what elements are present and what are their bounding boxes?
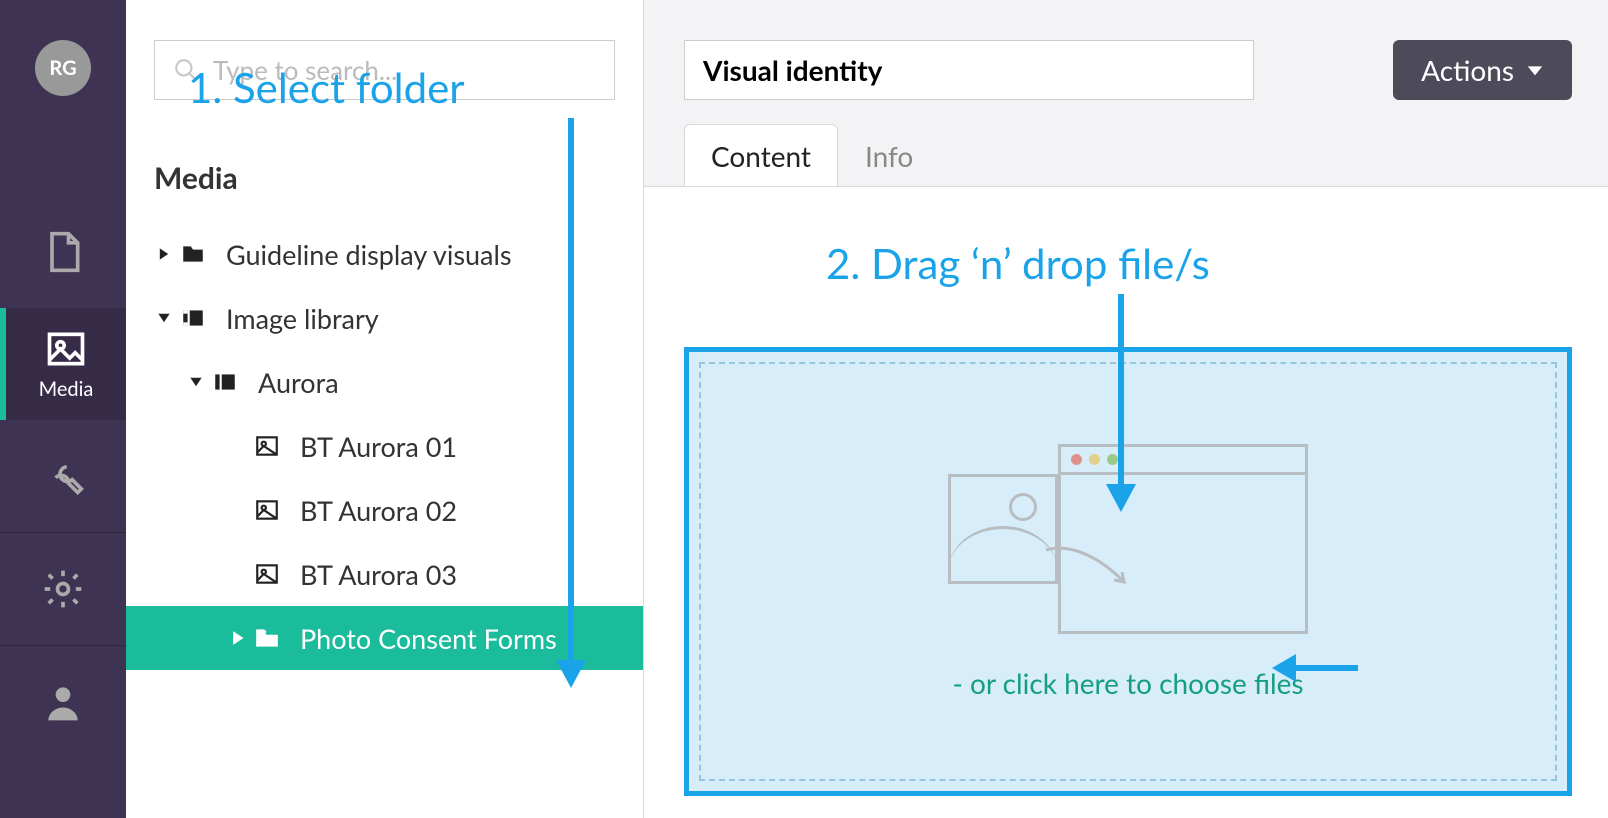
media-tree: Guideline display visuals Image library … bbox=[126, 222, 643, 670]
chevron-down-icon bbox=[154, 311, 174, 325]
tab-content-panel: - or click here to choose files bbox=[644, 186, 1608, 818]
chevron-right-icon bbox=[154, 247, 174, 261]
tree-node-label: BT Aurora 03 bbox=[300, 558, 457, 591]
tree-node-label: Guideline display visuals bbox=[226, 238, 512, 271]
rail-item-gear[interactable] bbox=[0, 533, 126, 645]
rail-item-media[interactable]: Media bbox=[0, 308, 126, 420]
nav-rail: RG Media bbox=[0, 0, 126, 818]
actions-label: Actions bbox=[1421, 53, 1514, 87]
tree-node-label: BT Aurora 01 bbox=[300, 430, 457, 463]
rail-item-media-label: Media bbox=[39, 377, 94, 401]
gear-icon bbox=[41, 567, 85, 611]
film-icon bbox=[206, 369, 244, 395]
tabs: Content Info bbox=[684, 124, 1608, 187]
chevron-down-icon bbox=[186, 375, 206, 389]
tree-node-guideline[interactable]: Guideline display visuals bbox=[126, 222, 643, 286]
folder-open-icon bbox=[248, 625, 286, 651]
tree-node-bt3[interactable]: BT Aurora 03 bbox=[126, 542, 643, 606]
dropzone-illustration bbox=[948, 444, 1308, 644]
rail-item-users[interactable] bbox=[0, 646, 126, 758]
tree-node-label: Aurora bbox=[258, 366, 339, 399]
image-icon bbox=[248, 561, 286, 587]
tree-node-aurora[interactable]: Aurora bbox=[126, 350, 643, 414]
chevron-right-icon bbox=[228, 631, 248, 645]
wrench-icon bbox=[41, 454, 85, 498]
search-input[interactable]: Type to search... bbox=[154, 40, 615, 100]
image-icon bbox=[44, 327, 88, 371]
user-icon bbox=[41, 680, 85, 724]
curve-arrow-icon bbox=[1044, 542, 1134, 592]
rail-item-wrench[interactable] bbox=[0, 420, 126, 532]
film-icon bbox=[174, 305, 212, 331]
main-area: Actions Content Info - or click here to … bbox=[644, 0, 1608, 818]
choose-files-link[interactable]: - or click here to choose files bbox=[952, 666, 1303, 700]
folder-icon bbox=[174, 241, 212, 267]
section-title: Media bbox=[126, 100, 643, 222]
avatar[interactable]: RG bbox=[35, 40, 91, 96]
tree-node-label: Image library bbox=[226, 302, 379, 335]
node-title-input[interactable] bbox=[684, 40, 1254, 100]
caret-down-icon bbox=[1526, 61, 1544, 79]
upload-dropzone[interactable]: - or click here to choose files bbox=[684, 347, 1572, 796]
tab-info[interactable]: Info bbox=[838, 124, 940, 187]
search-placeholder: Type to search... bbox=[213, 54, 596, 86]
tree-node-label: Photo Consent Forms bbox=[300, 622, 557, 655]
image-icon bbox=[248, 433, 286, 459]
tree-node-imagelib[interactable]: Image library bbox=[126, 286, 643, 350]
tree-node-bt1[interactable]: BT Aurora 01 bbox=[126, 414, 643, 478]
tab-content[interactable]: Content bbox=[684, 124, 838, 187]
tree-node-consent[interactable]: Photo Consent Forms bbox=[126, 606, 643, 670]
tree-node-bt2[interactable]: BT Aurora 02 bbox=[126, 478, 643, 542]
image-icon bbox=[248, 497, 286, 523]
search-icon bbox=[173, 57, 199, 83]
tree-panel: Type to search... Media Guideline displa… bbox=[126, 0, 644, 818]
actions-button[interactable]: Actions bbox=[1393, 40, 1572, 100]
file-icon bbox=[41, 230, 85, 274]
avatar-initials: RG bbox=[49, 56, 76, 80]
rail-item-content[interactable] bbox=[0, 196, 126, 308]
tree-node-label: BT Aurora 02 bbox=[300, 494, 457, 527]
